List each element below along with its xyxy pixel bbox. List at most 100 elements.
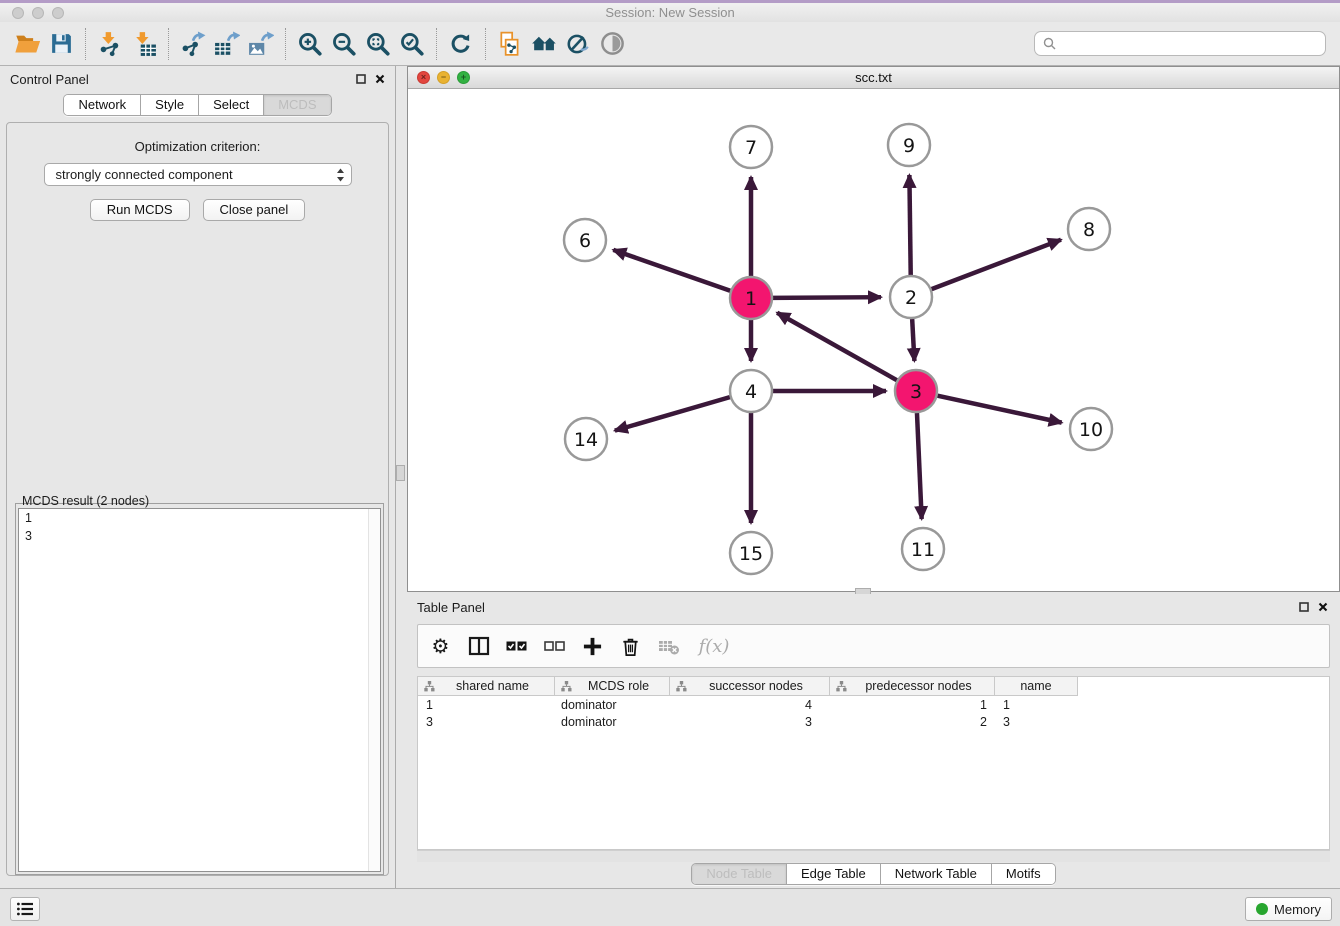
graph-node-1[interactable]: 1 xyxy=(730,277,772,319)
cell-predecessor-nodes[interactable]: 1 xyxy=(830,698,995,712)
graph-node-15[interactable]: 15 xyxy=(730,532,772,574)
gear-icon[interactable]: ⚙ xyxy=(428,634,453,659)
graph-edge-3-11[interactable] xyxy=(917,413,922,519)
network-window-titlebar[interactable]: × − + scc.txt xyxy=(408,67,1339,89)
main-toolbar xyxy=(0,22,1340,66)
graph-node-10[interactable]: 10 xyxy=(1070,408,1112,450)
zoom-selected-icon[interactable] xyxy=(395,27,429,61)
criterion-dropdown[interactable]: strongly connected component xyxy=(44,163,352,186)
column-header-name[interactable]: name xyxy=(995,677,1077,695)
float-panel-icon[interactable] xyxy=(356,74,366,84)
tab-select[interactable]: Select xyxy=(199,95,264,115)
close-panel-icon[interactable] xyxy=(375,74,385,84)
table-toolbar: ⚙ f(x) xyxy=(417,624,1330,668)
tab-style[interactable]: Style xyxy=(141,95,199,115)
select-all-checkboxes-icon[interactable] xyxy=(504,634,529,659)
import-network-icon[interactable] xyxy=(93,27,127,61)
graph-node-4[interactable]: 4 xyxy=(730,370,772,412)
graph-edge-1-6[interactable] xyxy=(613,250,730,291)
zoom-out-icon[interactable] xyxy=(327,27,361,61)
open-session-icon[interactable] xyxy=(10,27,44,61)
column-header-predecessor-nodes[interactable]: predecessor nodes xyxy=(830,677,995,695)
save-session-icon[interactable] xyxy=(44,27,78,61)
column-header-shared-name[interactable]: shared name xyxy=(418,677,555,695)
graph-edge-2-9[interactable] xyxy=(909,175,910,275)
export-network-icon[interactable] xyxy=(176,27,210,61)
column-header-successor-nodes[interactable]: successor nodes xyxy=(670,677,830,695)
eye-icon[interactable] xyxy=(595,27,629,61)
memory-button[interactable]: Memory xyxy=(1245,897,1332,921)
task-history-button[interactable] xyxy=(10,897,40,921)
cell-successor-nodes[interactable]: 3 xyxy=(670,715,830,729)
refresh-view-icon[interactable] xyxy=(444,27,478,61)
graph-node-2[interactable]: 2 xyxy=(890,276,932,318)
table-row[interactable]: 1 dominator 4 1 1 xyxy=(418,696,1329,713)
table-panel-header: Table Panel xyxy=(407,594,1340,620)
mcds-result-title: MCDS result (2 nodes) xyxy=(19,494,152,508)
column-header-mcds-role[interactable]: MCDS role xyxy=(555,677,670,695)
criterion-dropdown-value: strongly connected component xyxy=(56,167,336,182)
zoom-in-icon[interactable] xyxy=(293,27,327,61)
split-view-icon[interactable] xyxy=(466,634,491,659)
graph-edge-2-8[interactable] xyxy=(932,240,1061,289)
add-column-icon[interactable] xyxy=(580,634,605,659)
search-input[interactable] xyxy=(1061,35,1317,52)
cell-name[interactable]: 1 xyxy=(995,698,1077,712)
duplicate-network-icon[interactable] xyxy=(493,27,527,61)
mcds-result-list[interactable]: 1 3 xyxy=(18,508,381,872)
control-panel-tabbar: Network Style Select MCDS xyxy=(63,94,331,116)
deselect-checkboxes-icon[interactable] xyxy=(542,634,567,659)
run-mcds-button[interactable]: Run MCDS xyxy=(90,199,190,221)
graph-node-label: 2 xyxy=(905,287,917,309)
network-canvas[interactable]: 7 9 6 8 1 2 4 3 14 10 15 11 xyxy=(408,89,1339,591)
float-panel-icon[interactable] xyxy=(1299,602,1309,612)
optimization-criterion-label: Optimization criterion: xyxy=(7,139,388,154)
houses-icon[interactable] xyxy=(527,27,561,61)
toolbar-separator xyxy=(285,28,286,60)
export-table-icon[interactable] xyxy=(210,27,244,61)
tab-network-table[interactable]: Network Table xyxy=(881,864,992,884)
cell-predecessor-nodes[interactable]: 2 xyxy=(830,715,995,729)
table-row[interactable]: 3 dominator 3 2 3 xyxy=(418,713,1329,730)
tab-edge-table[interactable]: Edge Table xyxy=(787,864,881,884)
zoom-fit-icon[interactable] xyxy=(361,27,395,61)
result-scrollbar[interactable] xyxy=(368,509,380,871)
tab-network[interactable]: Network xyxy=(64,95,141,115)
graph-node-6[interactable]: 6 xyxy=(564,219,606,261)
graph-edge-2-3[interactable] xyxy=(912,319,914,361)
graph-node-7[interactable]: 7 xyxy=(730,126,772,168)
vertical-splitter-handle[interactable] xyxy=(396,465,405,481)
close-panel-icon[interactable] xyxy=(1318,602,1328,612)
cell-mcds-role[interactable]: dominator xyxy=(555,715,670,729)
table-hscrollbar-track[interactable] xyxy=(417,850,1330,862)
network-graph[interactable]: 7 9 6 8 1 2 4 3 14 10 15 11 xyxy=(408,89,1339,591)
graph-node-3[interactable]: 3 xyxy=(895,370,937,412)
graph-edge-4-14[interactable] xyxy=(615,397,730,430)
export-image-icon[interactable] xyxy=(244,27,278,61)
function-builder-icon[interactable]: f(x) xyxy=(694,634,734,659)
trash-icon[interactable] xyxy=(618,634,643,659)
cell-name[interactable]: 3 xyxy=(995,715,1077,729)
tab-node-table[interactable]: Node Table xyxy=(692,864,787,884)
table-panel: Table Panel ⚙ xyxy=(407,594,1340,888)
cell-shared-name[interactable]: 3 xyxy=(418,715,555,729)
graph-edge-1-2[interactable] xyxy=(773,297,881,298)
graphics-details-icon[interactable] xyxy=(561,27,595,61)
graph-node-9[interactable]: 9 xyxy=(888,124,930,166)
graph-node-8[interactable]: 8 xyxy=(1068,208,1110,250)
import-table-icon[interactable] xyxy=(127,27,161,61)
tab-mcds[interactable]: MCDS xyxy=(264,95,330,115)
close-panel-button[interactable]: Close panel xyxy=(203,199,306,221)
graph-node-label: 1 xyxy=(745,288,757,310)
graph-edge-3-10[interactable] xyxy=(937,396,1061,423)
graph-edge-3-1[interactable] xyxy=(777,313,897,380)
search-field[interactable] xyxy=(1034,31,1326,56)
graph-node-11[interactable]: 11 xyxy=(902,528,944,570)
cell-shared-name[interactable]: 1 xyxy=(418,698,555,712)
cell-successor-nodes[interactable]: 4 xyxy=(670,698,830,712)
tab-motifs[interactable]: Motifs xyxy=(992,864,1055,884)
delete-table-icon[interactable] xyxy=(656,634,681,659)
dropdown-stepper-icon xyxy=(336,168,345,182)
cell-mcds-role[interactable]: dominator xyxy=(555,698,670,712)
graph-node-14[interactable]: 14 xyxy=(565,418,607,460)
